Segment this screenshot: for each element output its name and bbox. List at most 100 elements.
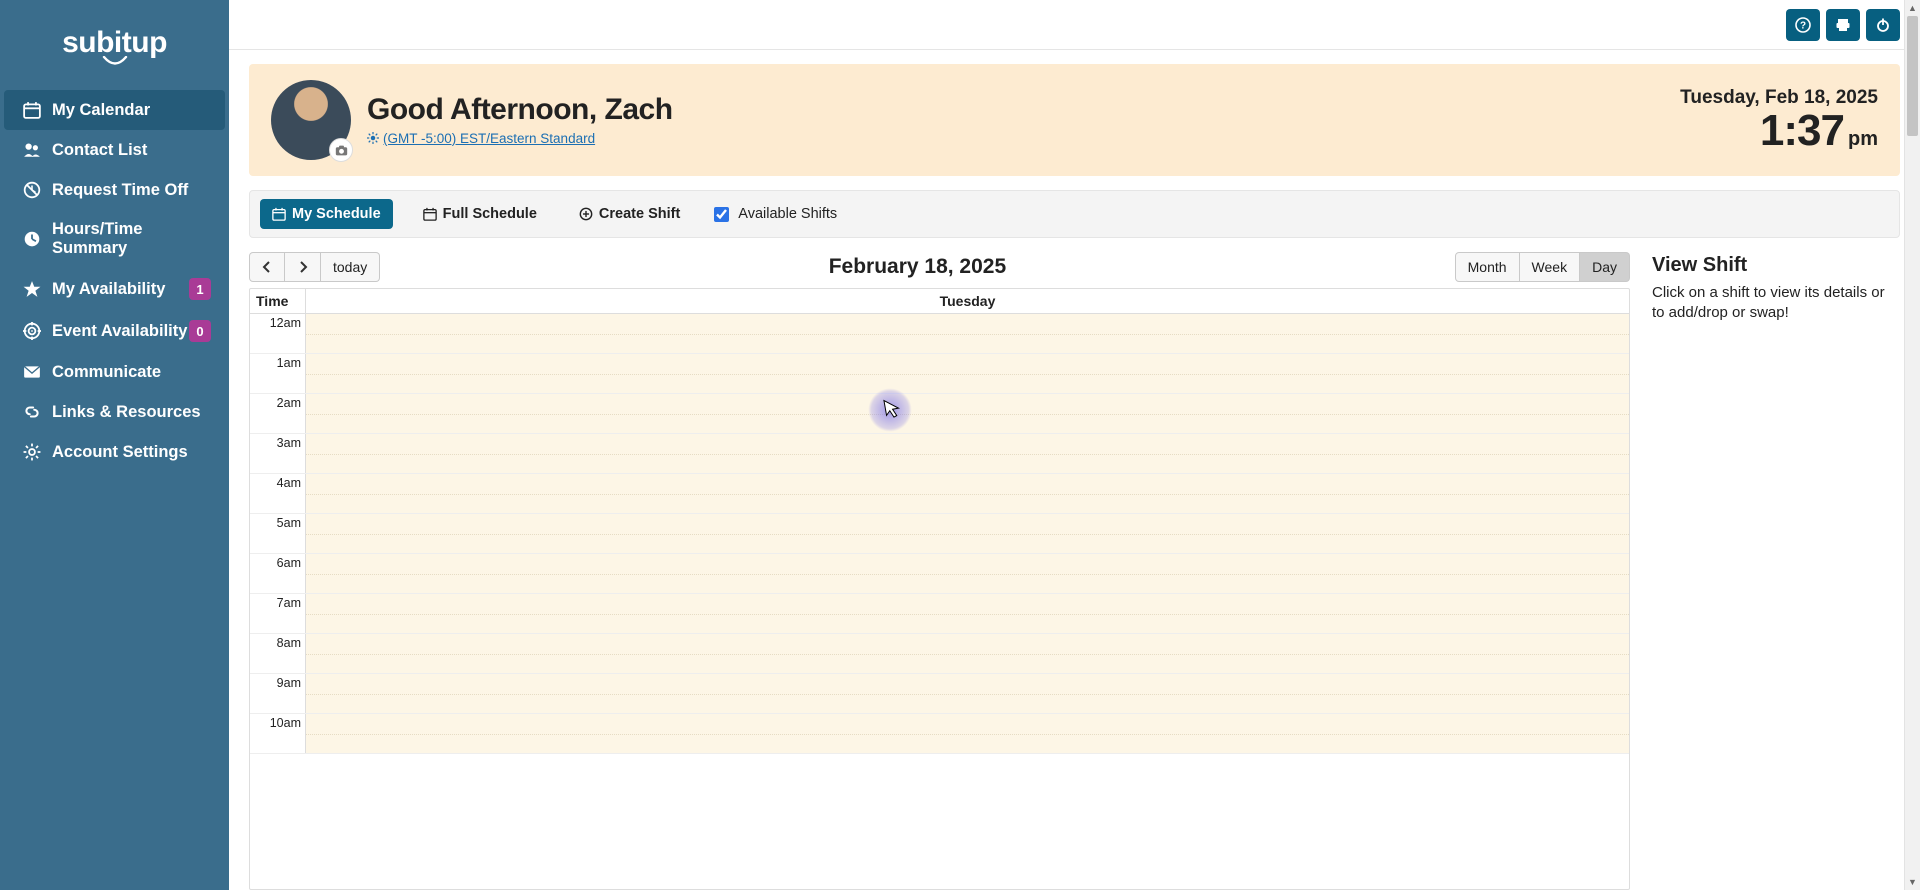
hour-row[interactable]: 3am — [250, 434, 1629, 474]
hour-row[interactable]: 6am — [250, 554, 1629, 594]
view-day-button[interactable]: Day — [1580, 252, 1630, 282]
hour-label: 2am — [250, 394, 306, 433]
hour-cell[interactable] — [306, 354, 1629, 393]
logout-button[interactable] — [1866, 9, 1900, 41]
side-panel-text: Click on a shift to view its details or … — [1652, 283, 1900, 324]
hour-label: 9am — [250, 674, 306, 713]
sidebar-nav: My Calendar Contact List Request Time Of… — [0, 90, 229, 472]
calendar-body[interactable]: 12am 1am 2am 3am 4am 5am 6am 7am 8am 9am… — [250, 314, 1629, 889]
hour-label: 4am — [250, 474, 306, 513]
available-shifts-checkbox[interactable] — [714, 207, 729, 222]
print-button[interactable] — [1826, 9, 1860, 41]
hour-cell[interactable] — [306, 594, 1629, 633]
gear-icon — [367, 132, 379, 144]
my-schedule-button[interactable]: My Schedule — [260, 199, 393, 229]
hour-cell[interactable] — [306, 434, 1629, 473]
timezone-label: (GMT -5:00) EST/Eastern Standard — [383, 131, 595, 146]
shift-side-panel: View Shift Click on a shift to view its … — [1652, 246, 1900, 890]
hour-row[interactable]: 9am — [250, 674, 1629, 714]
next-button[interactable] — [285, 252, 321, 282]
hour-label: 1am — [250, 354, 306, 393]
sidebar-item-label: Links & Resources — [52, 403, 211, 422]
sidebar-item-star[interactable]: My Availability 1 — [4, 268, 225, 310]
print-icon — [1835, 17, 1851, 33]
sidebar-item-label: Event Availability — [52, 322, 189, 341]
prev-button[interactable] — [249, 252, 285, 282]
hour-cell[interactable] — [306, 514, 1629, 553]
scroll-thumb[interactable] — [1907, 16, 1918, 136]
hour-row[interactable]: 2am — [250, 394, 1629, 434]
sidebar-badge: 1 — [189, 278, 211, 300]
calendar-nav: today February 18, 2025 Month Week Day — [249, 246, 1630, 288]
sidebar-item-gear[interactable]: Account Settings — [4, 432, 225, 472]
hour-label: 10am — [250, 714, 306, 753]
hour-cell[interactable] — [306, 474, 1629, 513]
scroll-down-icon[interactable]: ▼ — [1905, 874, 1920, 890]
scroll-up-icon[interactable]: ▲ — [1905, 0, 1920, 16]
side-panel-title: View Shift — [1652, 254, 1900, 277]
help-button[interactable]: ? — [1786, 9, 1820, 41]
greeting-main: Good Afternoon, Zach (GMT -5:00) EST/Eas… — [367, 93, 1680, 148]
full-schedule-button[interactable]: Full Schedule — [411, 199, 549, 229]
change-avatar-button[interactable] — [329, 138, 353, 162]
hour-cell[interactable] — [306, 394, 1629, 433]
topbar: ? — [229, 0, 1920, 50]
sidebar-item-target[interactable]: Event Availability 0 — [4, 310, 225, 352]
camera-icon — [335, 144, 348, 157]
hour-cell[interactable] — [306, 714, 1629, 753]
calendar-title: February 18, 2025 — [380, 255, 1454, 279]
hour-row[interactable]: 12am — [250, 314, 1629, 354]
sidebar-item-label: Hours/Time Summary — [52, 220, 211, 258]
page-scrollbar[interactable]: ▲ ▼ — [1904, 0, 1920, 890]
view-group: Month Week Day — [1455, 252, 1630, 282]
view-week-button[interactable]: Week — [1520, 252, 1581, 282]
sidebar-item-link[interactable]: Links & Resources — [4, 392, 225, 432]
create-shift-button[interactable]: Create Shift — [567, 199, 692, 229]
calendar-main: today February 18, 2025 Month Week Day T… — [249, 246, 1630, 890]
calendar-icon — [22, 100, 42, 120]
sidebar-item-envelope[interactable]: Communicate — [4, 352, 225, 392]
hour-row[interactable]: 1am — [250, 354, 1629, 394]
sidebar-item-calendar[interactable]: My Calendar — [4, 90, 225, 130]
col-time-header: Time — [250, 289, 306, 313]
envelope-icon — [22, 362, 42, 382]
sidebar-item-timeoff[interactable]: Request Time Off — [4, 170, 225, 210]
hour-row[interactable]: 4am — [250, 474, 1629, 514]
create-shift-label: Create Shift — [599, 206, 680, 222]
greeting-title: Good Afternoon, Zach — [367, 93, 1680, 127]
current-ampm: pm — [1848, 128, 1878, 150]
hour-cell[interactable] — [306, 314, 1629, 353]
sidebar-item-label: My Availability — [52, 280, 189, 299]
available-shifts-toggle[interactable]: Available Shifts — [710, 204, 837, 225]
svg-text:?: ? — [1800, 20, 1806, 31]
hour-cell[interactable] — [306, 554, 1629, 593]
sidebar-item-contacts[interactable]: Contact List — [4, 130, 225, 170]
timeoff-icon — [22, 180, 42, 200]
sidebar: subitup My Calendar Contact List Request… — [0, 0, 229, 890]
view-month-button[interactable]: Month — [1455, 252, 1520, 282]
hour-label: 12am — [250, 314, 306, 353]
hour-label: 6am — [250, 554, 306, 593]
hour-label: 7am — [250, 594, 306, 633]
hour-row[interactable]: 7am — [250, 594, 1629, 634]
star-icon — [22, 279, 42, 299]
sidebar-item-clock[interactable]: Hours/Time Summary — [4, 210, 225, 268]
today-button[interactable]: today — [321, 252, 380, 282]
timezone-link[interactable]: (GMT -5:00) EST/Eastern Standard — [367, 131, 595, 146]
link-icon — [22, 402, 42, 422]
hour-row[interactable]: 5am — [250, 514, 1629, 554]
hour-row[interactable]: 10am — [250, 714, 1629, 754]
chevron-left-icon — [262, 261, 272, 273]
power-icon — [1875, 17, 1891, 33]
hour-cell[interactable] — [306, 674, 1629, 713]
hour-row[interactable]: 8am — [250, 634, 1629, 674]
col-day-header: Tuesday — [306, 289, 1629, 313]
brand-logo: subitup — [0, 0, 229, 90]
sidebar-badge: 0 — [189, 320, 211, 342]
hour-cell[interactable] — [306, 634, 1629, 673]
calendar-icon — [423, 207, 437, 221]
sidebar-item-label: Communicate — [52, 363, 211, 382]
calendar-icon — [272, 207, 286, 221]
sidebar-item-label: Request Time Off — [52, 181, 211, 200]
sidebar-item-label: My Calendar — [52, 101, 211, 120]
